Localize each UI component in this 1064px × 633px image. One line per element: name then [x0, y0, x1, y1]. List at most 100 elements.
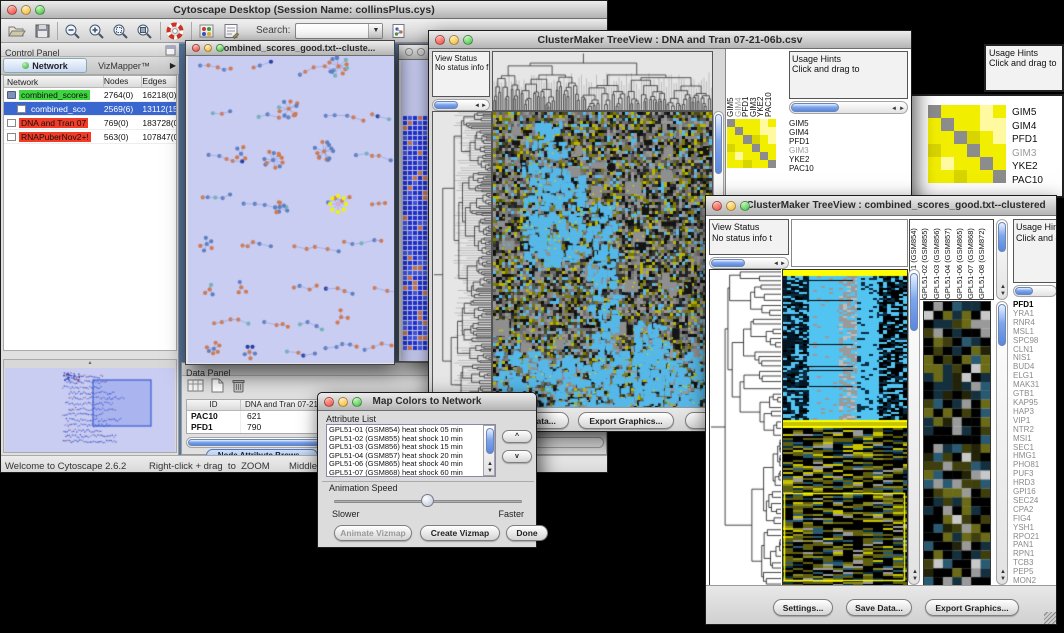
attribute-list-item[interactable]: GPL51-02 (GSM855) heat shock 10 min: [329, 435, 481, 444]
tv2-global-heatmap[interactable]: [782, 269, 908, 587]
minimize-button[interactable]: [417, 48, 425, 56]
attribute-list-item[interactable]: GPL51-03 (GSM856) heat shock 15 min: [329, 443, 481, 452]
matrix-cell: [954, 118, 967, 131]
attribute-list-item[interactable]: GPL51-07 (GSM868) heat shock 60 min: [329, 469, 481, 477]
tv2-settings-button[interactable]: Settings...: [773, 599, 833, 616]
col-header-network[interactable]: Network: [4, 76, 104, 87]
tv2-status-hscrollbar[interactable]: ◄►: [709, 257, 789, 269]
zoom-fit-icon[interactable]: [135, 22, 155, 40]
close-button[interactable]: [324, 397, 334, 407]
treeview2-titlebar[interactable]: ClusterMaker TreeView : combined_scores_…: [706, 196, 1056, 216]
tv2-global-vscrollbar[interactable]: ▲▼: [908, 269, 920, 585]
select-attributes-icon[interactable]: [187, 378, 204, 393]
zoom-selected-icon[interactable]: [111, 22, 131, 40]
attribute-list-item[interactable]: GPL51-01 (GSM854) heat shock 05 min: [329, 426, 481, 435]
zoom-button[interactable]: [352, 397, 362, 407]
tv2-usage-hscrollbar[interactable]: [1013, 285, 1057, 297]
close-button[interactable]: [435, 35, 445, 45]
close-button[interactable]: [405, 48, 413, 56]
dialog-titlebar[interactable]: Map Colors to Network: [318, 393, 536, 411]
tv2-row-dendrogram[interactable]: [709, 269, 781, 587]
slower-label: Slower: [332, 509, 360, 519]
close-button[interactable]: [712, 201, 722, 211]
tv2-zoom-heatmap[interactable]: [923, 301, 991, 587]
tv1-zoom-matrix[interactable]: [727, 119, 776, 169]
minimize-button[interactable]: [338, 397, 348, 407]
zoom-button[interactable]: [740, 201, 750, 211]
delete-attribute-icon[interactable]: [231, 378, 246, 393]
minimize-button[interactable]: [449, 35, 459, 45]
birdseye-canvas[interactable]: [5, 368, 175, 452]
move-up-button[interactable]: ^: [502, 430, 532, 443]
zoom-button[interactable]: [463, 35, 473, 45]
minimize-button[interactable]: [21, 5, 31, 15]
zoom-button[interactable]: [35, 5, 45, 15]
tv1-heatmap[interactable]: [492, 111, 713, 409]
annotation-icon[interactable]: [222, 22, 242, 40]
tv2-save-data-button[interactable]: Save Data...: [846, 599, 912, 616]
treeview1-titlebar[interactable]: ClusterMaker TreeView : DNA and Tran 07-…: [429, 31, 911, 49]
matrix-cell: [735, 135, 743, 143]
status-pan-hint: Middle-: [289, 461, 320, 472]
network-tree-row[interactable]: combined_scores2764(0)16218(0): [4, 88, 176, 102]
tv2-column-tree-area[interactable]: [791, 219, 908, 267]
edges-count: 16218(0): [142, 90, 176, 100]
network-tree-row[interactable]: combined_sco2569(6)13112(15): [4, 102, 176, 116]
attribute-list-item[interactable]: GPL51-04 (GSM857) heat shock 20 min: [329, 452, 481, 461]
open-icon[interactable]: [7, 22, 26, 40]
network-canvas[interactable]: [188, 56, 394, 363]
control-panel-tabs: Network VizMapper™ ▶: [1, 57, 179, 75]
minimize-button[interactable]: [726, 201, 736, 211]
tv1-usage-hscrollbar[interactable]: ◄►: [789, 101, 908, 114]
attribute-list-vscrollbar[interactable]: ▲▼: [483, 425, 495, 476]
tv2-export-graphics-button[interactable]: Export Graphics...: [925, 599, 1019, 616]
birdseye-handle[interactable]: ▴: [4, 360, 176, 367]
edges-count: 13112(15): [142, 104, 176, 114]
animate-vizmap-button[interactable]: Animate Vizmap: [334, 525, 412, 541]
tabs-more-button[interactable]: ▶: [170, 61, 176, 70]
tv1-row-dendrogram[interactable]: [432, 111, 492, 409]
tab-network[interactable]: Network: [3, 58, 87, 73]
search-dropdown-button[interactable]: ▼: [368, 24, 382, 38]
attribute-list[interactable]: GPL51-01 (GSM854) heat shock 05 minGPL51…: [326, 424, 496, 477]
matrix-cell: [768, 127, 776, 135]
speed-slider-thumb[interactable]: [421, 494, 434, 507]
zoom-out-icon[interactable]: [63, 22, 83, 40]
network-tree-row[interactable]: DNA and Tran 07769(0)183728(0): [4, 116, 176, 130]
tv1-export-graphics-button[interactable]: Export Graphics...: [578, 412, 674, 429]
attribute-list-item[interactable]: GPL51-06 (GSM865) heat shock 40 min: [329, 460, 481, 469]
main-titlebar[interactable]: Cytoscape Desktop (Session Name: collins…: [1, 1, 607, 19]
tab-vizmapper[interactable]: VizMapper™: [87, 58, 161, 73]
close-button[interactable]: [7, 5, 17, 15]
fragment-correlation-matrix[interactable]: [928, 105, 1006, 189]
done-button[interactable]: Done: [506, 525, 548, 541]
tv1-column-dendrogram[interactable]: [492, 51, 713, 111]
save-icon[interactable]: [33, 22, 52, 40]
search-input[interactable]: ▼: [295, 23, 383, 39]
matrix-cell: [967, 105, 980, 118]
tv2-labels-vscrollbar[interactable]: ▲▼: [996, 301, 1008, 585]
tv1-status-hscrollbar[interactable]: ◄►: [432, 99, 490, 111]
network-tree-row[interactable]: RNAPuberNov2+!563(0)107847(0): [4, 130, 176, 144]
zoom-button[interactable]: [216, 44, 224, 52]
move-down-button[interactable]: v: [502, 450, 532, 463]
close-button[interactable]: [192, 44, 200, 52]
create-vizmap-button[interactable]: Create Vizmap: [420, 525, 500, 541]
gene-label: GIM3: [1012, 147, 1043, 161]
float-panel-icon[interactable]: [165, 45, 176, 56]
minimize-button[interactable]: [204, 44, 212, 52]
network-name-cell: combined_sco: [4, 104, 104, 114]
col-header-edges[interactable]: Edges: [142, 76, 176, 87]
col-header-nodes[interactable]: Nodes: [104, 76, 143, 87]
data-col-id[interactable]: ID: [187, 400, 241, 410]
zoom-in-icon[interactable]: [87, 22, 107, 40]
network-window-titlebar[interactable]: combined_scores_good.txt--cluste...: [186, 41, 394, 56]
matrix-cell: [760, 160, 768, 168]
resize-grip[interactable]: [1044, 612, 1057, 625]
vizmap-grid-icon[interactable]: [197, 22, 217, 40]
tv2-header-vscrollbar[interactable]: ▲▼: [996, 219, 1008, 300]
help-lifesaver-icon[interactable]: [166, 22, 186, 40]
network-report-icon[interactable]: [389, 22, 409, 40]
edges-count: 183728(0): [142, 118, 176, 128]
new-attribute-icon[interactable]: [210, 378, 225, 393]
